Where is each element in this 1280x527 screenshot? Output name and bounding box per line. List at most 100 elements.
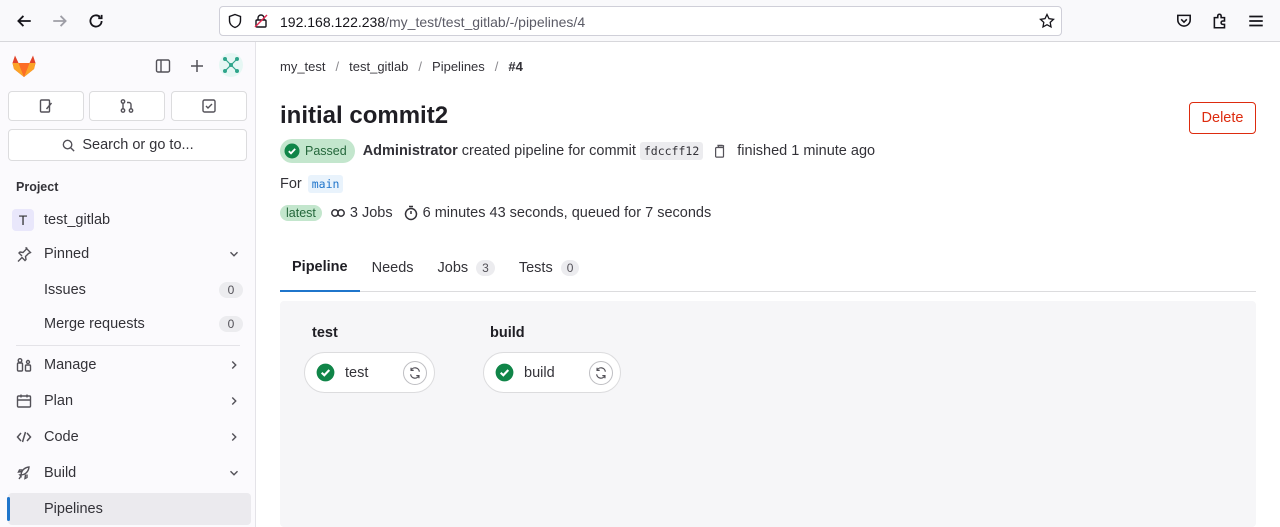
author-link[interactable]: Administrator [363, 143, 458, 159]
copy-icon[interactable] [713, 144, 727, 158]
stage-title-build: build [490, 325, 525, 341]
merge-requests-shortcut-button[interactable] [89, 91, 165, 121]
chevron-down-icon [230, 251, 238, 257]
search-label: Search or go to... [82, 137, 194, 153]
breadcrumb-item-pipelines[interactable]: Pipelines [432, 59, 485, 74]
chevron-right-icon [231, 397, 237, 405]
delete-button[interactable]: Delete [1189, 102, 1256, 134]
tab-count: 0 [560, 259, 580, 276]
chevron-right-icon [231, 361, 237, 369]
sidebar-item-project[interactable]: T test_gitlab [8, 204, 251, 236]
job-success-icon [495, 363, 514, 382]
stage-title-test: test [312, 325, 338, 341]
sidebar-item-plan[interactable]: Plan [8, 385, 251, 417]
job-name: test [345, 364, 369, 381]
merge-requests-count-badge: 0 [219, 316, 243, 332]
todo-check-icon [202, 99, 216, 113]
forward-icon[interactable] [48, 9, 72, 33]
merge-request-icon [120, 99, 134, 113]
tab-label: Jobs [437, 259, 469, 276]
breadcrumb-item-current[interactable]: #4 [508, 59, 522, 74]
job-success-icon [316, 363, 335, 382]
search-icon [63, 139, 75, 152]
branch-link[interactable]: main [307, 175, 344, 193]
menu-icon[interactable] [1244, 9, 1268, 33]
sidebar-item-code[interactable]: Code [8, 421, 251, 453]
retry-button[interactable] [403, 361, 427, 385]
sidebar-item-label: Issues [44, 282, 86, 298]
user-avatar[interactable] [219, 53, 243, 77]
section-label: Project [16, 180, 59, 194]
issues-icon [39, 99, 53, 113]
job-test[interactable]: test [304, 352, 435, 393]
breadcrumb-item-project[interactable]: test_gitlab [349, 59, 408, 74]
project-avatar: T [12, 209, 34, 231]
pipeline-stats: latest 3 Jobs 6 minutes 43 seconds, queu… [280, 203, 711, 223]
branch-row: For main [280, 175, 344, 193]
sidebar-item-manage[interactable]: Manage [8, 349, 251, 381]
back-icon[interactable] [12, 9, 36, 33]
sidebar-toggle-icon[interactable] [153, 56, 173, 76]
tab-pipeline[interactable]: Pipeline [280, 244, 360, 292]
sidebar-item-issues[interactable]: Issues 0 [8, 274, 251, 306]
breadcrumb-item-group[interactable]: my_test [280, 59, 326, 74]
page-title: initial commit2 [280, 102, 449, 129]
sidebar-item-label: Build [44, 465, 77, 481]
jobs-link-icon [330, 205, 346, 221]
bookmark-star-icon[interactable] [1039, 12, 1055, 29]
sidebar-item-merge-requests[interactable]: Merge requests 0 [8, 308, 251, 340]
job-build[interactable]: build [483, 352, 621, 393]
sidebar-item-label: Pipelines [44, 501, 103, 517]
status-badge[interactable]: Passed [280, 139, 355, 163]
jobs-count: 3 Jobs [349, 205, 393, 221]
breadcrumb-separator: / [494, 59, 499, 74]
issues-shortcut-button[interactable] [8, 91, 84, 121]
plus-icon[interactable] [187, 56, 207, 76]
reload-icon[interactable] [84, 9, 108, 33]
address-bar[interactable]: 192.168.122.238/my_test/test_gitlab/-/pi… [219, 6, 1062, 36]
chevron-right-icon [231, 433, 237, 441]
sidebar-item-label: Code [44, 429, 79, 445]
retry-icon [596, 367, 606, 379]
sidebar-item-pinned[interactable]: Pinned [8, 238, 251, 270]
gitlab-logo-icon[interactable] [10, 52, 38, 80]
sidebar-item-build[interactable]: Build [8, 457, 251, 489]
insecure-lock-icon[interactable] [253, 13, 269, 29]
tab-needs[interactable]: Needs [360, 244, 426, 291]
pin-icon [16, 246, 32, 262]
created-text: created pipeline for commit [461, 143, 636, 159]
retry-icon [410, 367, 420, 379]
sidebar-item-label: Merge requests [44, 316, 145, 332]
extensions-icon[interactable] [1208, 9, 1232, 33]
sidebar-item-pipelines[interactable]: Pipelines [7, 493, 251, 525]
tab-tests[interactable]: Tests 0 [507, 244, 592, 291]
pocket-icon[interactable] [1172, 9, 1196, 33]
url-host: 192.168.122.238 [280, 14, 386, 30]
pinned-label: Pinned [44, 246, 90, 262]
commit-sha[interactable]: fdccff12 [639, 142, 704, 160]
url-text[interactable]: 192.168.122.238/my_test/test_gitlab/-/pi… [280, 14, 585, 30]
finished-text: finished 1 minute ago [737, 143, 876, 159]
tab-jobs[interactable]: Jobs 3 [426, 244, 507, 291]
todos-shortcut-button[interactable] [171, 91, 247, 121]
pipeline-tabs: Pipeline Needs Jobs 3 Tests 0 [280, 244, 1256, 292]
duration-text: 6 minutes 43 seconds, queued for 7 secon… [422, 205, 712, 221]
sidebar-divider [16, 345, 240, 346]
breadcrumb: my_test / test_gitlab / Pipelines / #4 [280, 59, 523, 74]
tab-label: Pipeline [292, 259, 348, 275]
shield-icon[interactable] [227, 13, 243, 29]
url-path: /my_test/test_gitlab/-/pipelines/4 [385, 14, 586, 30]
pipeline-graph: test test build build [280, 301, 1256, 527]
sidebar: Search or go to... Project T test_gitlab… [0, 42, 256, 527]
breadcrumb-separator: / [418, 59, 423, 74]
tab-count: 3 [476, 259, 495, 276]
calendar-icon [16, 393, 32, 409]
search-button[interactable]: Search or go to... [8, 129, 247, 161]
status-success-icon [284, 143, 300, 159]
retry-button[interactable] [589, 361, 613, 385]
sidebar-item-label: Plan [44, 393, 74, 409]
breadcrumb-separator: / [335, 59, 340, 74]
pipeline-meta: Passed Administrator created pipeline fo… [280, 139, 875, 163]
latest-badge: latest [280, 205, 322, 221]
tab-label: Tests [518, 259, 553, 276]
